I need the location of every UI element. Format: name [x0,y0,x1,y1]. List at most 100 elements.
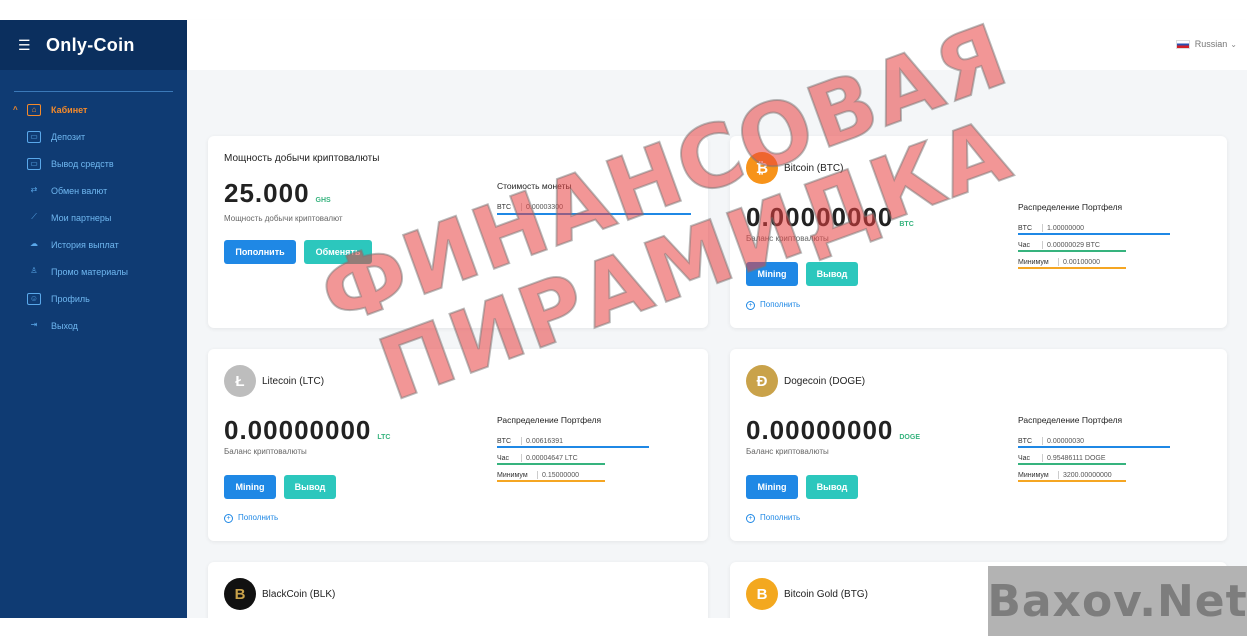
row-key: Минимум [1018,471,1049,479]
sidebar-item-label: История выплат [51,239,119,250]
sidebar-item-partners[interactable]: ⟋ Мои партнеры [0,204,187,231]
bottom-strip [0,618,988,636]
sidebar-item-withdraw[interactable]: ▭ Вывод средств [0,150,187,177]
mining-button[interactable]: Mining [746,475,798,499]
language-label: Russian [1194,39,1228,49]
sidebar-item-history[interactable]: ☁ История выплат [0,231,187,258]
sidebar-item-exchange[interactable]: ⇄ Обмен валют [0,177,187,204]
plus-icon: + [224,514,233,523]
exchange-button[interactable]: Обменять [304,240,372,264]
row-separator [1058,258,1059,266]
row-separator [1042,224,1043,232]
card-title: Мощность добычи криптовалюты [224,153,380,164]
user-icon: ♙ [30,265,38,275]
add-label: Пополнить [760,513,801,522]
add-link[interactable]: + Пополнить [746,513,800,523]
wallet-icon: ▭ [27,130,41,143]
row-key: BTC [1018,224,1032,232]
sidebar-item-label: Депозит [51,131,86,142]
withdraw-button[interactable]: Вывод [806,262,858,286]
row-value: 0.00004647 LTC [526,454,578,462]
add-link[interactable]: + Пополнить [746,300,800,310]
balance-number: 0.00000000 [746,415,894,445]
row-separator [521,203,522,211]
sidebar-item-deposit[interactable]: ▭ Депозит [0,123,187,150]
sidebar-item-profile[interactable]: ☺ Профиль [0,285,187,312]
language-selector[interactable]: Russian ⌄ [1175,39,1237,49]
row-key: Час [497,454,510,462]
power-number: 25.000 [224,178,310,208]
sidebar-item-label: Профиль [51,293,90,304]
sidebar-item-cabinet[interactable]: ^ ⌂ Кабинет [0,96,187,123]
row-value: 3200.00000000 [1063,471,1112,479]
top-header: Russian ⌄ [187,20,1247,70]
add-label: Пополнить [238,513,279,522]
sidebar-item-logout[interactable]: ⇥ Выход [0,312,187,339]
row-value: 0.15000000 [542,471,579,479]
row-separator [521,437,522,445]
sidebar-item-label: Обмен валют [51,185,108,196]
coin-header: Ł Litecoin (LTC) [224,365,324,397]
litecoin-icon: Ł [224,365,256,397]
row-value: 0.95486111 DOGE [1047,454,1106,462]
add-link[interactable]: + Пополнить [224,513,278,523]
row-separator [537,471,538,479]
menu-icon[interactable]: ☰ [18,37,38,54]
dogecoin-icon: Ð [746,365,778,397]
withdraw-button[interactable]: Вывод [284,475,336,499]
site-watermark: Baxov.Net [987,566,1247,636]
balance-value: 0.00000000 DOGE [746,415,920,446]
portfolio-title: Распределение Портфеля [1018,415,1123,425]
balance-unit: BTC [899,221,914,228]
russia-flag-icon [1175,39,1190,49]
price-title: Стоимость монеты [497,181,572,191]
row-separator [1042,241,1043,249]
price-row: BTC 0.00003300 [497,201,563,213]
sidebar-item-label: Кабинет [51,104,88,115]
row-underline [497,446,649,448]
row-separator [1058,471,1059,479]
bank-icon: ⌂ [27,103,41,116]
row-underline [1018,463,1126,465]
brand-logo[interactable]: Only-Coin [46,35,135,56]
sidebar-item-label: Мои партнеры [51,212,112,223]
coin-header: Ð Dogecoin (DOGE) [746,365,865,397]
profile-icon: ☺ [27,292,41,305]
row-separator [1042,437,1043,445]
dogecoin-card: Ð Dogecoin (DOGE) 0.00000000 DOGE Баланс … [730,349,1227,541]
row-underline [1018,250,1126,252]
row-value: 0.00000029 BTC [1047,241,1100,249]
blackcoin-icon: B [224,578,256,610]
row-underline [1018,480,1126,482]
main-content: Мощность добычи криптовалюты 25.000 GHS М… [187,70,1247,618]
sidebar-item-promo[interactable]: ♙ Промо материалы [0,258,187,285]
add-label: Пополнить [760,300,801,309]
withdraw-button[interactable]: Вывод [806,475,858,499]
litecoin-card: Ł Litecoin (LTC) 0.00000000 LTC Баланс кр… [208,349,708,541]
mining-button[interactable]: Mining [746,262,798,286]
plus-icon: + [746,514,755,523]
withdraw-icon: ▭ [27,157,41,170]
power-unit: GHS [315,197,331,204]
balance-caption: Баланс криптовалюты [746,447,829,456]
row-underline [1018,233,1170,235]
coin-name: BlackCoin (BLK) [262,588,336,600]
coin-header: B BlackCoin (BLK) [224,578,335,610]
coin-name: Bitcoin (BTC) [784,162,844,174]
plus-icon: + [746,301,755,310]
price-value: 0.00003300 [526,203,563,211]
coin-name: Dogecoin (DOGE) [784,375,866,387]
mining-button[interactable]: Mining [224,475,276,499]
price-key: BTC [497,203,511,211]
row-value: 1.00000000 [1047,224,1084,232]
brand-bar: ☰ Only-Coin [0,20,187,70]
balance-number: 0.00000000 [224,415,372,445]
topup-button[interactable]: Пополнить [224,240,296,264]
coin-header: ₿ Bitcoin (BTC) [746,152,843,184]
balance-value: 0.00000000 BTC [746,202,914,233]
bitcoin-icon: ₿ [746,152,778,184]
mining-power-card: Мощность добычи криптовалюты 25.000 GHS М… [208,136,708,328]
balance-unit: DOGE [899,434,920,441]
sidebar: ☰ Only-Coin ^ ⌂ Кабинет ▭ Депозит ▭ Выво… [0,20,187,618]
power-caption: Мощность добычи криптовалют [224,214,343,223]
